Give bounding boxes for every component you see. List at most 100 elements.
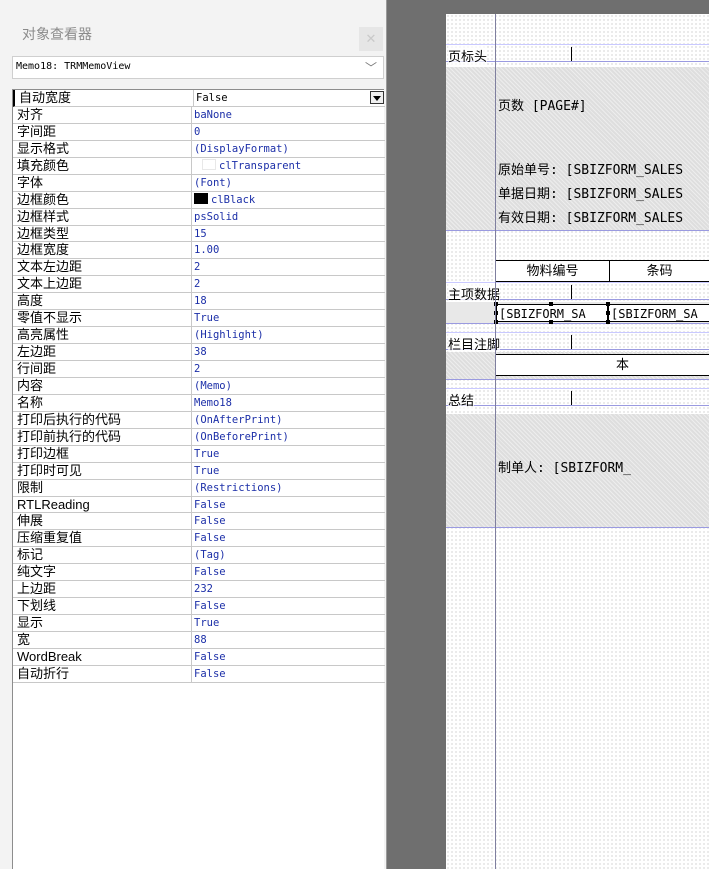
property-value[interactable]: Memo18 — [194, 395, 232, 411]
column-divider[interactable] — [191, 377, 192, 394]
column-divider[interactable] — [191, 106, 192, 123]
band-header-summary[interactable]: 总结 — [446, 388, 709, 409]
column-divider[interactable] — [191, 361, 192, 377]
property-row[interactable]: 边框类型 15 — [13, 225, 385, 243]
column-divider[interactable] — [191, 632, 192, 648]
property-value[interactable]: False — [194, 497, 226, 513]
band-header-column-footer[interactable]: 栏目注脚 — [446, 332, 709, 353]
property-value[interactable]: 1.00 — [194, 242, 219, 258]
maker-field[interactable]: 制单人: [SBIZFORM_ — [498, 457, 631, 476]
column-divider[interactable] — [191, 513, 192, 530]
column-divider[interactable] — [191, 242, 192, 259]
property-value[interactable]: (Memo) — [194, 378, 232, 394]
property-row[interactable]: 文本上边距 2 — [13, 276, 385, 294]
property-value[interactable]: True — [194, 615, 219, 631]
property-value[interactable]: True — [194, 446, 219, 462]
property-row[interactable]: 内容 (Memo) — [13, 377, 385, 395]
selection-handle[interactable] — [606, 302, 610, 306]
page-number-field[interactable]: 页数 [PAGE#] — [498, 95, 587, 114]
property-row[interactable]: 边框宽度 1.00 — [13, 242, 385, 260]
property-row[interactable]: 纯文字 False — [13, 564, 385, 582]
band-body-column-footer[interactable]: 本 — [446, 352, 709, 380]
property-value[interactable]: 15 — [194, 226, 207, 242]
report-design-surface[interactable]: 页标头 页数 [PAGE#] 原始单号: [SBIZFORM_SALES 单据日… — [446, 14, 709, 869]
object-selector-dropdown[interactable]: Memo18: TRMMemoView ﹀ — [12, 56, 384, 79]
property-row[interactable]: 对齐 baNone — [13, 106, 385, 124]
column-divider[interactable] — [191, 530, 192, 547]
property-value[interactable]: False — [194, 666, 226, 682]
selection-handle[interactable] — [549, 302, 553, 306]
property-value[interactable]: (OnBeforePrint) — [194, 429, 289, 445]
property-row[interactable]: 显示 True — [13, 615, 385, 632]
property-row[interactable]: 填充颜色 clTransparent — [13, 157, 385, 175]
column-divider[interactable] — [191, 598, 192, 615]
band-body-page-header[interactable]: 页数 [PAGE#] 原始单号: [SBIZFORM_SALES 单据日期: [… — [446, 67, 709, 231]
property-value[interactable]: 2 — [194, 276, 200, 292]
column-divider[interactable] — [191, 462, 192, 479]
property-value[interactable]: 88 — [194, 632, 207, 648]
selection-handle[interactable] — [606, 320, 610, 324]
property-value[interactable]: 2 — [194, 361, 200, 377]
band-body-summary[interactable]: 制单人: [SBIZFORM_ — [446, 414, 709, 528]
property-value[interactable]: 38 — [194, 344, 207, 360]
column-divider[interactable] — [191, 157, 192, 174]
column-divider[interactable] — [191, 496, 192, 513]
property-row[interactable]: 零值不显示 True — [13, 310, 385, 328]
property-row[interactable]: 高亮属性 (Highlight) — [13, 327, 385, 345]
column-divider[interactable] — [191, 411, 192, 428]
inspector-titlebar[interactable]: 对象查看器 ✕ — [0, 14, 386, 54]
column-header-barcode[interactable]: 条码 — [610, 261, 709, 281]
property-row[interactable]: 打印后执行的代码 (OnAfterPrint) — [13, 411, 385, 429]
column-divider[interactable] — [191, 225, 192, 242]
property-row[interactable]: 打印前执行的代码 (OnBeforePrint) — [13, 428, 385, 446]
property-value[interactable]: False — [194, 598, 226, 614]
column-divider[interactable] — [191, 259, 192, 276]
property-value[interactable]: psSolid — [194, 209, 238, 225]
column-divider[interactable] — [191, 140, 192, 157]
property-value[interactable]: (DisplayFormat) — [194, 141, 289, 157]
column-divider[interactable] — [191, 344, 192, 360]
property-row[interactable]: 上边距 232 — [13, 581, 385, 599]
property-row[interactable]: 显示格式 (DisplayFormat) — [13, 140, 385, 158]
band-body-master-data[interactable]: [SBIZFORM_SA [SBIZFORM_SA — [446, 302, 709, 324]
property-row[interactable]: 字体 (Font) — [13, 174, 385, 192]
column-divider[interactable] — [191, 445, 192, 462]
property-value[interactable]: False — [194, 564, 226, 580]
property-row[interactable]: 名称 Memo18 — [13, 394, 385, 412]
property-value[interactable]: (Restrictions) — [194, 480, 283, 496]
property-row[interactable]: RTLReading False — [13, 496, 385, 514]
data-field-barcode[interactable]: [SBIZFORM_SA — [608, 304, 709, 322]
selection-handle[interactable] — [549, 320, 553, 324]
property-row[interactable]: 打印边框 True — [13, 445, 385, 463]
header-field-valid-date[interactable]: 有效日期: [SBIZFORM_SALES — [498, 207, 683, 226]
property-row[interactable]: 下划线 False — [13, 598, 385, 616]
column-divider[interactable] — [193, 90, 194, 106]
property-value[interactable]: (OnAfterPrint) — [194, 412, 283, 428]
header-field-original-no[interactable]: 原始单号: [SBIZFORM_SALES — [498, 159, 683, 178]
band-header-master-data[interactable]: 主项数据 — [446, 282, 709, 303]
property-row[interactable]: 字间距 0 — [13, 123, 385, 141]
property-value[interactable]: (Tag) — [194, 547, 226, 563]
property-row[interactable]: 压缩重复值 False — [13, 530, 385, 548]
property-row[interactable]: 打印时可见 True — [13, 462, 385, 480]
column-divider[interactable] — [191, 648, 192, 665]
column-divider[interactable] — [191, 665, 192, 682]
column-divider[interactable] — [191, 394, 192, 411]
column-divider[interactable] — [191, 174, 192, 191]
property-value[interactable]: False — [194, 530, 226, 546]
column-divider[interactable] — [191, 123, 192, 140]
property-row[interactable]: 自动宽度 False — [13, 90, 385, 107]
property-row[interactable]: 边框样式 psSolid — [13, 208, 385, 226]
property-value[interactable]: clBlack — [194, 192, 255, 208]
property-row[interactable]: 边框颜色 clBlack — [13, 191, 385, 209]
band-header-page[interactable]: 页标头 — [446, 44, 709, 65]
property-value[interactable]: (Highlight) — [194, 327, 264, 343]
column-divider[interactable] — [191, 547, 192, 564]
close-icon[interactable]: ✕ — [359, 27, 383, 51]
property-row[interactable]: 左边距 38 — [13, 344, 385, 361]
property-value[interactable]: baNone — [194, 107, 232, 123]
property-value[interactable]: 232 — [194, 581, 213, 597]
column-divider[interactable] — [191, 276, 192, 293]
property-row[interactable]: 行间距 2 — [13, 361, 385, 378]
property-value[interactable]: 18 — [194, 293, 207, 309]
